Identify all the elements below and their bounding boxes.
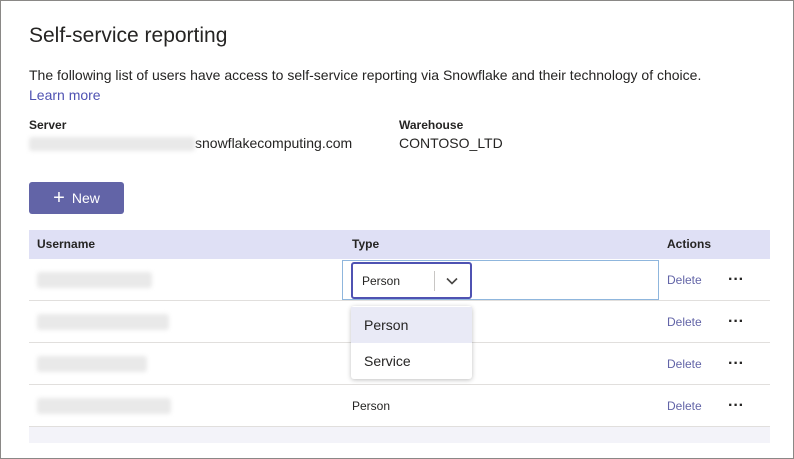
username-cell bbox=[37, 385, 171, 427]
server-domain: snowflakecomputing.com bbox=[195, 135, 353, 151]
server-prefix-redacted bbox=[29, 137, 195, 152]
username-cell bbox=[37, 301, 169, 343]
delete-button[interactable]: Delete bbox=[667, 399, 702, 413]
username-redacted bbox=[37, 398, 171, 414]
username-redacted bbox=[37, 272, 152, 288]
learn-more-link[interactable]: Learn more bbox=[29, 87, 101, 103]
type-dropdown-menu: Person Service bbox=[351, 306, 472, 379]
type-cell: Person bbox=[352, 385, 390, 427]
more-cell: ··· bbox=[728, 343, 744, 385]
more-options-icon[interactable]: ··· bbox=[728, 313, 744, 331]
more-cell: ··· bbox=[728, 301, 744, 343]
username-redacted bbox=[37, 314, 169, 330]
description-text: The following list of users have access … bbox=[29, 67, 702, 83]
delete-button[interactable]: Delete bbox=[667, 357, 702, 371]
delete-button[interactable]: Delete bbox=[667, 273, 702, 287]
new-button[interactable]: + New bbox=[29, 182, 124, 214]
table-footer bbox=[29, 427, 770, 443]
column-type: Type bbox=[352, 237, 380, 251]
username-cell bbox=[37, 343, 147, 385]
page-title: Self-service reporting bbox=[29, 24, 228, 47]
actions-cell: Delete bbox=[667, 343, 702, 385]
server-label: Server bbox=[29, 118, 67, 132]
column-username: Username bbox=[37, 237, 96, 251]
plus-icon: + bbox=[53, 187, 65, 209]
more-options-icon[interactable]: ··· bbox=[728, 355, 744, 373]
new-button-label: New bbox=[71, 190, 100, 206]
actions-cell: Delete bbox=[667, 301, 702, 343]
warehouse-label: Warehouse bbox=[399, 118, 464, 132]
table-row[interactable]: Person Delete ··· bbox=[29, 385, 770, 427]
type-value: Person bbox=[352, 399, 391, 413]
more-options-icon[interactable]: ··· bbox=[728, 397, 744, 415]
dropdown-option-person[interactable]: Person bbox=[351, 307, 472, 343]
column-actions: Actions bbox=[667, 237, 712, 251]
more-cell: ··· bbox=[728, 385, 744, 427]
actions-cell: Delete bbox=[667, 259, 702, 301]
dropdown-option-service[interactable]: Service bbox=[351, 343, 472, 379]
chevron-down-icon[interactable] bbox=[435, 277, 470, 285]
more-cell: ··· bbox=[728, 259, 744, 301]
page-description: The following list of users have access … bbox=[29, 65, 769, 105]
username-redacted bbox=[37, 356, 147, 372]
table-row[interactable]: Person Delete ··· bbox=[29, 259, 770, 301]
actions-cell: Delete bbox=[667, 385, 702, 427]
type-select-value: Person bbox=[362, 273, 401, 288]
server-value: snowflakecomputing.com bbox=[29, 135, 353, 152]
username-cell bbox=[37, 259, 152, 301]
warehouse-value: CONTOSO_LTD bbox=[399, 135, 503, 151]
more-options-icon[interactable]: ··· bbox=[728, 271, 744, 289]
delete-button[interactable]: Delete bbox=[667, 315, 702, 329]
table-header: Username Type Actions bbox=[29, 230, 770, 259]
type-select[interactable]: Person bbox=[351, 262, 472, 299]
